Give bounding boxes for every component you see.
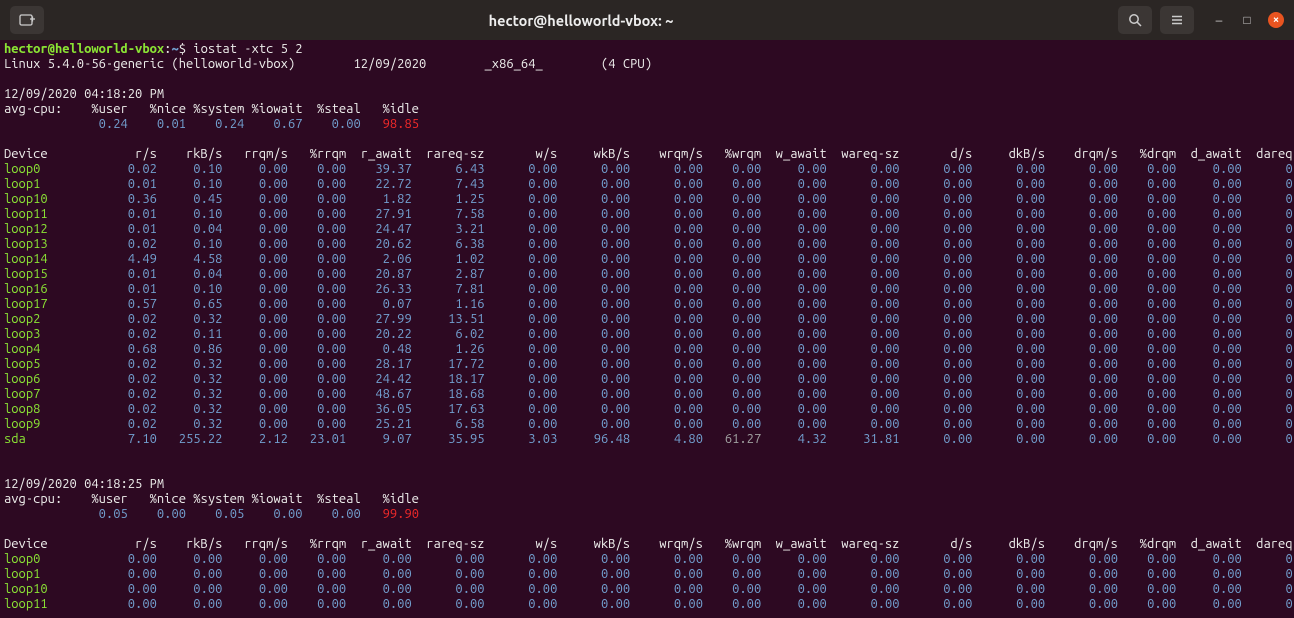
- device-row: loop0 0.02 0.10 0.00 0.00 39.37 6.43 0.0…: [4, 162, 1290, 177]
- prompt-cwd: ~: [171, 42, 178, 56]
- device-row: loop7 0.02 0.32 0.00 0.00 48.67 18.68 0.…: [4, 387, 1290, 402]
- device-row: loop5 0.02 0.32 0.00 0.00 28.17 17.72 0.…: [4, 357, 1290, 372]
- minimize-button[interactable]: –: [1212, 13, 1226, 27]
- search-icon: [1127, 12, 1143, 28]
- device-row: loop11 0.00 0.00 0.00 0.00 0.00 0.00 0.0…: [4, 597, 1290, 612]
- device-row: loop3 0.02 0.11 0.00 0.00 20.22 6.02 0.0…: [4, 327, 1290, 342]
- iostat-snapshot-2: 12/09/2020 04:18:25 PMavg-cpu: %user %ni…: [4, 477, 1290, 612]
- device-row: loop10 0.36 0.45 0.00 0.00 1.82 1.25 0.0…: [4, 192, 1290, 207]
- cpu-header: avg-cpu: %user %nice %system %iowait %st…: [4, 492, 1290, 507]
- cpu-header: avg-cpu: %user %nice %system %iowait %st…: [4, 102, 1290, 117]
- device-row: loop0 0.00 0.00 0.00 0.00 0.00 0.00 0.00…: [4, 552, 1290, 567]
- command-text: iostat -xtc 5 2: [193, 42, 302, 56]
- cpu-values: 0.24 0.01 0.24 0.67 0.00 98.85: [4, 117, 1290, 132]
- device-header: Device r/s rkB/s rrqm/s %rrqm r_await ra…: [4, 147, 1290, 162]
- device-row: loop2 0.02 0.32 0.00 0.00 27.99 13.51 0.…: [4, 312, 1290, 327]
- timestamp: 12/09/2020 04:18:25 PM: [4, 477, 1290, 492]
- device-row: sda 7.10 255.22 2.12 23.01 9.07 35.95 3.…: [4, 432, 1290, 447]
- titlebar: hector@helloworld-vbox: ~ – □ ×: [0, 0, 1294, 40]
- device-row: loop4 0.68 0.86 0.00 0.00 0.48 1.26 0.00…: [4, 342, 1290, 357]
- maximize-button[interactable]: □: [1240, 13, 1254, 27]
- device-row: loop14 4.49 4.58 0.00 0.00 2.06 1.02 0.0…: [4, 252, 1290, 267]
- device-row: loop15 0.01 0.04 0.00 0.00 20.87 2.87 0.…: [4, 267, 1290, 282]
- device-row: loop11 0.01 0.10 0.00 0.00 27.91 7.58 0.…: [4, 207, 1290, 222]
- device-row: loop17 0.57 0.65 0.00 0.00 0.07 1.16 0.0…: [4, 297, 1290, 312]
- search-button[interactable]: [1118, 6, 1152, 34]
- device-row: loop1 0.01 0.10 0.00 0.00 22.72 7.43 0.0…: [4, 177, 1290, 192]
- device-row: loop10 0.00 0.00 0.00 0.00 0.00 0.00 0.0…: [4, 582, 1290, 597]
- prompt-user-host: hector@helloworld-vbox: [4, 42, 164, 56]
- device-row: loop16 0.01 0.10 0.00 0.00 26.33 7.81 0.…: [4, 282, 1290, 297]
- close-button[interactable]: ×: [1268, 12, 1284, 28]
- prompt-line: hector@helloworld-vbox:~$ iostat -xtc 5 …: [4, 42, 1290, 57]
- new-terminal-tab-button[interactable]: [10, 6, 44, 34]
- hamburger-icon: [1169, 12, 1185, 28]
- device-row: loop12 0.01 0.04 0.00 0.00 24.47 3.21 0.…: [4, 222, 1290, 237]
- device-row: loop9 0.02 0.32 0.00 0.00 25.21 6.58 0.0…: [4, 417, 1290, 432]
- iostat-snapshot-1: 12/09/2020 04:18:20 PMavg-cpu: %user %ni…: [4, 87, 1290, 447]
- device-row: loop1 0.00 0.00 0.00 0.00 0.00 0.00 0.00…: [4, 567, 1290, 582]
- menu-button[interactable]: [1160, 6, 1194, 34]
- terminal-viewport[interactable]: hector@helloworld-vbox:~$ iostat -xtc 5 …: [0, 40, 1294, 618]
- window-title: hector@helloworld-vbox: ~: [44, 13, 1118, 28]
- device-row: loop6 0.02 0.32 0.00 0.00 24.42 18.17 0.…: [4, 372, 1290, 387]
- device-row: loop8 0.02 0.32 0.00 0.00 36.05 17.63 0.…: [4, 402, 1290, 417]
- device-header: Device r/s rkB/s rrqm/s %rrqm r_await ra…: [4, 537, 1290, 552]
- cpu-values: 0.05 0.00 0.05 0.00 0.00 99.90: [4, 507, 1290, 522]
- device-row: loop13 0.02 0.10 0.00 0.00 20.62 6.38 0.…: [4, 237, 1290, 252]
- system-line: Linux 5.4.0-56-generic (helloworld-vbox)…: [4, 57, 1290, 72]
- timestamp: 12/09/2020 04:18:20 PM: [4, 87, 1290, 102]
- new-tab-icon: [18, 11, 36, 29]
